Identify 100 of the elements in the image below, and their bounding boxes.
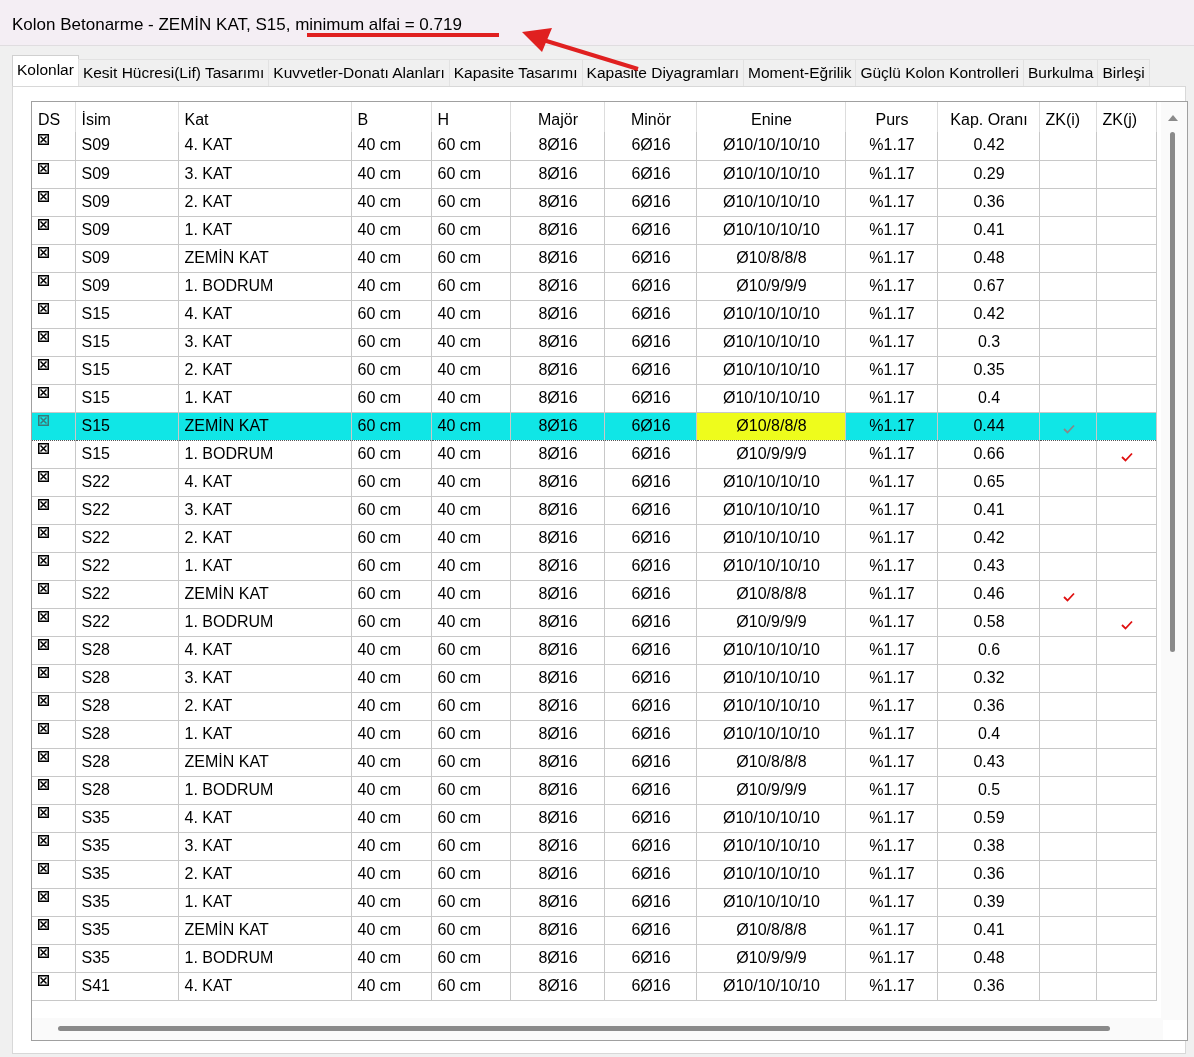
checkbox[interactable] [38,694,49,706]
checkbox[interactable] [38,414,49,426]
table-cell: 60 cm [351,524,431,552]
window-title: Kolon Betonarme - ZEMİN KAT, S15, minimum alfai = 0.719 [12,15,462,34]
table-cell: 6Ø16 [604,384,696,412]
column-header[interactable]: Minör [604,102,696,132]
column-header[interactable]: H [431,102,510,132]
column-header[interactable]: Majör [510,102,604,132]
column-header[interactable]: ZK(i) [1039,102,1096,132]
column-header[interactable]: ZK(j) [1096,102,1156,132]
table-cell: 6Ø16 [604,552,696,580]
table-cell: 60 cm [351,468,431,496]
tab[interactable]: Birleşi [1097,59,1150,86]
table-cell: 6Ø16 [604,300,696,328]
horizontal-scrollbar[interactable] [32,1018,1163,1040]
table-cell: 40 cm [431,440,510,468]
checkbox[interactable] [38,582,49,594]
checkbox[interactable] [38,498,49,510]
table-cell: 40 cm [431,356,510,384]
vertical-scrollbar[interactable] [1161,102,1187,1020]
column-header[interactable]: Enine [696,102,845,132]
checkbox[interactable] [38,134,49,145]
table-cell: S28 [75,692,178,720]
table-cell: %1.17 [845,748,937,776]
checkbox[interactable] [38,554,49,566]
checkbox[interactable] [38,386,49,398]
checkbox[interactable] [38,246,49,258]
checkbox[interactable] [38,330,49,342]
checkbox[interactable] [38,610,49,622]
scrollbar-thumb[interactable] [1170,132,1175,652]
column-header[interactable]: DS [32,102,75,132]
checkbox[interactable] [38,358,49,370]
table-cell: 40 cm [351,272,431,300]
table-cell: 60 cm [431,188,510,216]
checkbox[interactable] [38,750,49,762]
checkbox[interactable] [38,666,49,678]
table-cell: %1.17 [845,160,937,188]
table-cell: 6Ø16 [604,412,696,440]
checkbox[interactable] [38,806,49,818]
checkbox[interactable] [38,778,49,790]
column-header[interactable]: Purs [845,102,937,132]
table-cell: S15 [75,300,178,328]
table-cell: 40 cm [351,972,431,1000]
table-cell: 60 cm [431,720,510,748]
checkbox[interactable] [38,442,49,454]
table-cell: 0.48 [937,244,1039,272]
table-cell: 6Ø16 [604,160,696,188]
column-header[interactable]: Kap. Oranı [937,102,1039,132]
checkbox[interactable] [38,470,49,482]
column-header[interactable]: Kat [178,102,351,132]
checkbox[interactable] [38,218,49,230]
table-cell: 6Ø16 [604,720,696,748]
table-cell: S09 [75,160,178,188]
scroll-up-icon[interactable] [1167,114,1179,122]
checkbox[interactable] [38,190,49,202]
table-cell: %1.17 [845,664,937,692]
table-cell: 40 cm [431,384,510,412]
table-cell: 60 cm [431,916,510,944]
table-cell: 6Ø16 [604,244,696,272]
table-cell: %1.17 [845,496,937,524]
table-cell: 60 cm [351,440,431,468]
table-cell: 60 cm [431,160,510,188]
table-cell: Ø10/10/10/10 [696,888,845,916]
checkbox[interactable] [38,834,49,846]
table-cell: Ø10/10/10/10 [696,468,845,496]
table-cell: S15 [75,440,178,468]
tab[interactable]: Kesit Hücresi(Lif) Tasarımı [77,59,270,86]
column-header[interactable]: B [351,102,431,132]
table-cell: 4. KAT [178,972,351,1000]
scrollbar-thumb[interactable] [58,1026,1110,1031]
table-cell: 1. KAT [178,216,351,244]
table-cell: Ø10/10/10/10 [696,692,845,720]
table-cell: 3. KAT [178,160,351,188]
table-cell: 60 cm [431,244,510,272]
table-cell: 6Ø16 [604,692,696,720]
table-cell: 40 cm [351,636,431,664]
table-cell: Ø10/10/10/10 [696,300,845,328]
table-cell: S35 [75,888,178,916]
checkbox[interactable] [38,862,49,874]
checkbox[interactable] [38,526,49,538]
tab[interactable]: Kolonlar [12,55,79,86]
checkbox[interactable] [38,274,49,286]
column-header[interactable]: İsim [75,102,178,132]
checkbox[interactable] [38,918,49,930]
table-cell: 0.36 [937,860,1039,888]
table-cell: %1.17 [845,720,937,748]
table-cell: Ø10/8/8/8 [696,916,845,944]
checkbox[interactable] [38,974,49,986]
table-cell: %1.17 [845,552,937,580]
table-cell: S28 [75,636,178,664]
checkbox[interactable] [38,302,49,314]
table-cell: 60 cm [431,888,510,916]
checkbox[interactable] [38,162,49,174]
table-cell: 60 cm [431,748,510,776]
checkbox[interactable] [38,722,49,734]
table-cell: 40 cm [431,608,510,636]
table-cell: Ø10/8/8/8 [696,412,845,440]
checkbox[interactable] [38,946,49,958]
checkbox[interactable] [38,890,49,902]
checkbox[interactable] [38,638,49,650]
